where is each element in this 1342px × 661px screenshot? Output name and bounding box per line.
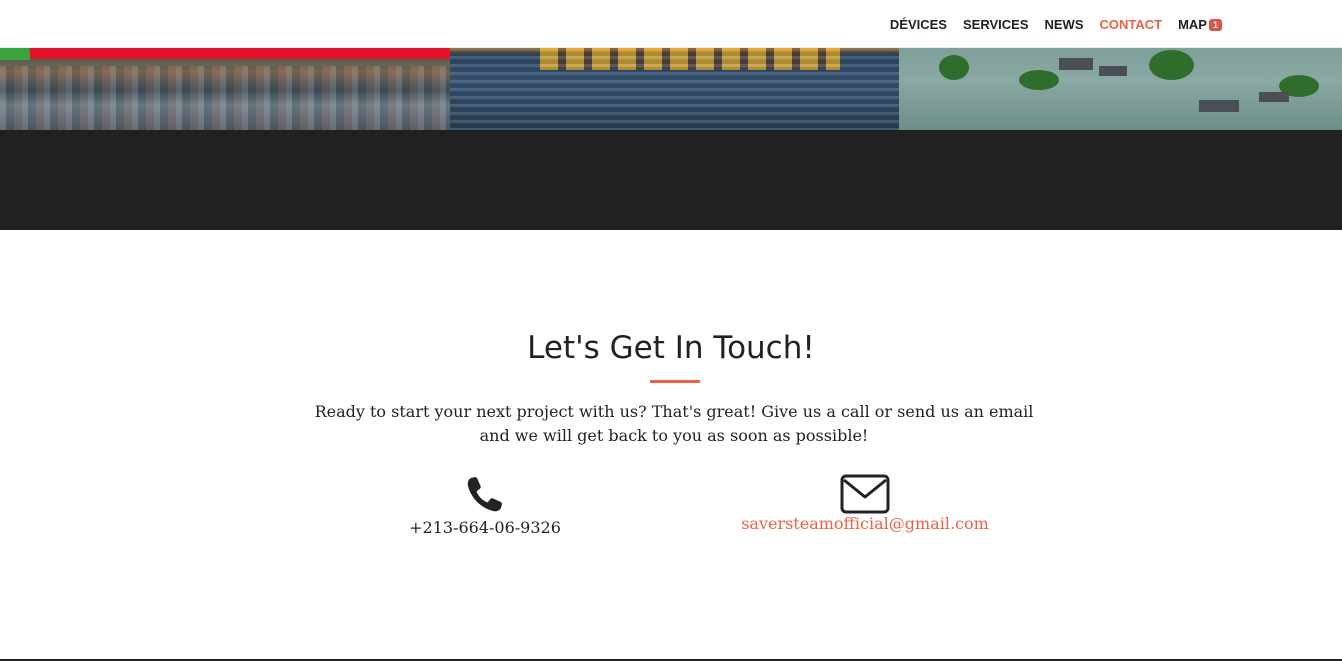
section-heading: Let's Get In Touch! <box>527 330 815 366</box>
image-detail <box>939 55 969 80</box>
phone-number[interactable]: +213-664-06-9326 <box>335 518 635 537</box>
dark-band <box>0 130 1342 230</box>
image-detail <box>1019 70 1059 90</box>
image-detail <box>1149 50 1194 80</box>
phone-icon <box>467 477 502 512</box>
heading-divider <box>650 380 700 383</box>
image-detail <box>1099 66 1127 76</box>
contact-section: Let's Get In Touch! Ready to start your … <box>0 230 1342 660</box>
email-link[interactable]: saversteamofficial@gmail.com <box>741 514 989 533</box>
nav-item-services[interactable]: SERVICES <box>963 17 1029 32</box>
nav-item-news[interactable]: NEWS <box>1045 17 1084 32</box>
contact-lead-text: Ready to start your next project with us… <box>314 402 1034 445</box>
phone-contact: +213-664-06-9326 <box>335 470 635 537</box>
nav-item-map[interactable]: MAP 1 <box>1178 17 1222 32</box>
envelope-icon <box>840 474 890 514</box>
image-detail <box>1259 92 1289 102</box>
top-navbar: DÉVICES SERVICES NEWS CONTACT MAP 1 <box>0 0 1342 48</box>
nav-links: DÉVICES SERVICES NEWS CONTACT MAP 1 <box>874 0 1222 48</box>
nav-item-map-label: MAP <box>1178 16 1207 32</box>
nav-item-contact[interactable]: CONTACT <box>1100 17 1163 32</box>
image-detail <box>1199 100 1239 112</box>
map-badge: 1 <box>1208 18 1222 31</box>
email-contact: saversteamofficial@gmail.com <box>715 470 1015 534</box>
nav-item-devices[interactable]: DÉVICES <box>890 17 947 32</box>
image-detail <box>1059 58 1093 70</box>
image-detail <box>0 66 450 130</box>
